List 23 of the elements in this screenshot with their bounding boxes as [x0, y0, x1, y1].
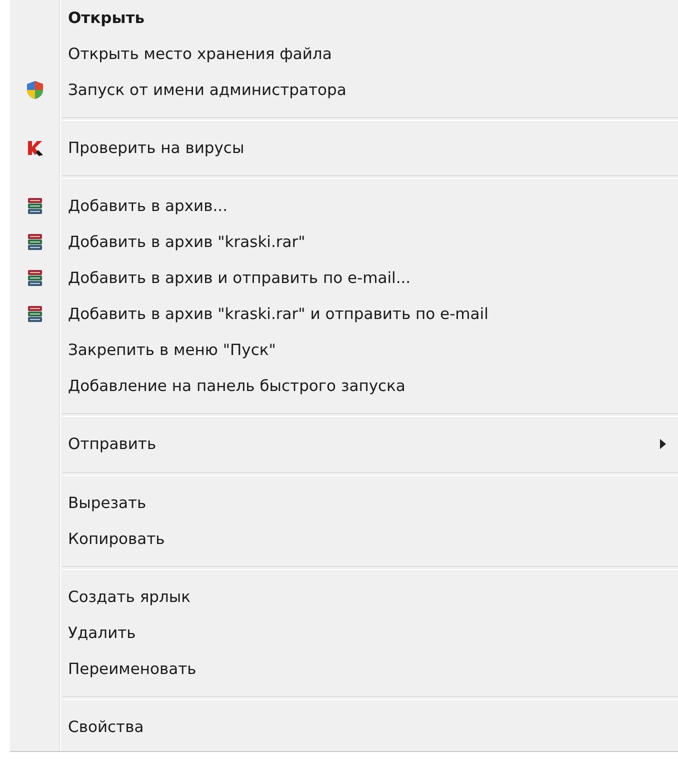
menu-item[interactable]: Проверить на вирусы [10, 130, 678, 166]
menu-item[interactable]: Создать ярлык [10, 578, 678, 615]
menu-item[interactable]: Свойства [10, 708, 678, 745]
menu-item[interactable]: Закрепить в меню "Пуск" [10, 332, 678, 368]
books-stack-icon [27, 269, 43, 288]
menu-item[interactable]: Удалить [10, 614, 678, 651]
shield-icon [26, 80, 44, 100]
menu-item[interactable]: Переименовать [10, 650, 678, 687]
menu-item[interactable]: Добавление на панель быстрого запуска [10, 368, 678, 404]
menu-item[interactable]: Открыть место хранения файла [10, 36, 678, 72]
menu-item[interactable]: Добавить в архив и отправить по e-mail... [10, 260, 678, 296]
menu-item[interactable]: Отправить [10, 426, 678, 462]
books-stack-icon [27, 233, 43, 252]
menu-item[interactable]: Добавить в архив "kraski.rar" и отправить по e-mail [10, 296, 678, 332]
books-stack-icon [27, 305, 43, 324]
books-stack-icon [27, 197, 43, 216]
menu-item[interactable]: Открыть [10, 0, 678, 36]
menu-item[interactable]: Добавить в архив... [10, 188, 678, 224]
k-letter-icon [26, 139, 44, 158]
menu-item[interactable]: Запуск от имени администратора [10, 72, 678, 108]
menu-item[interactable]: Копировать [10, 520, 678, 557]
menu-item[interactable]: Вырезать [10, 484, 678, 521]
menu-item[interactable]: Добавить в архив "kraski.rar" [10, 224, 678, 260]
